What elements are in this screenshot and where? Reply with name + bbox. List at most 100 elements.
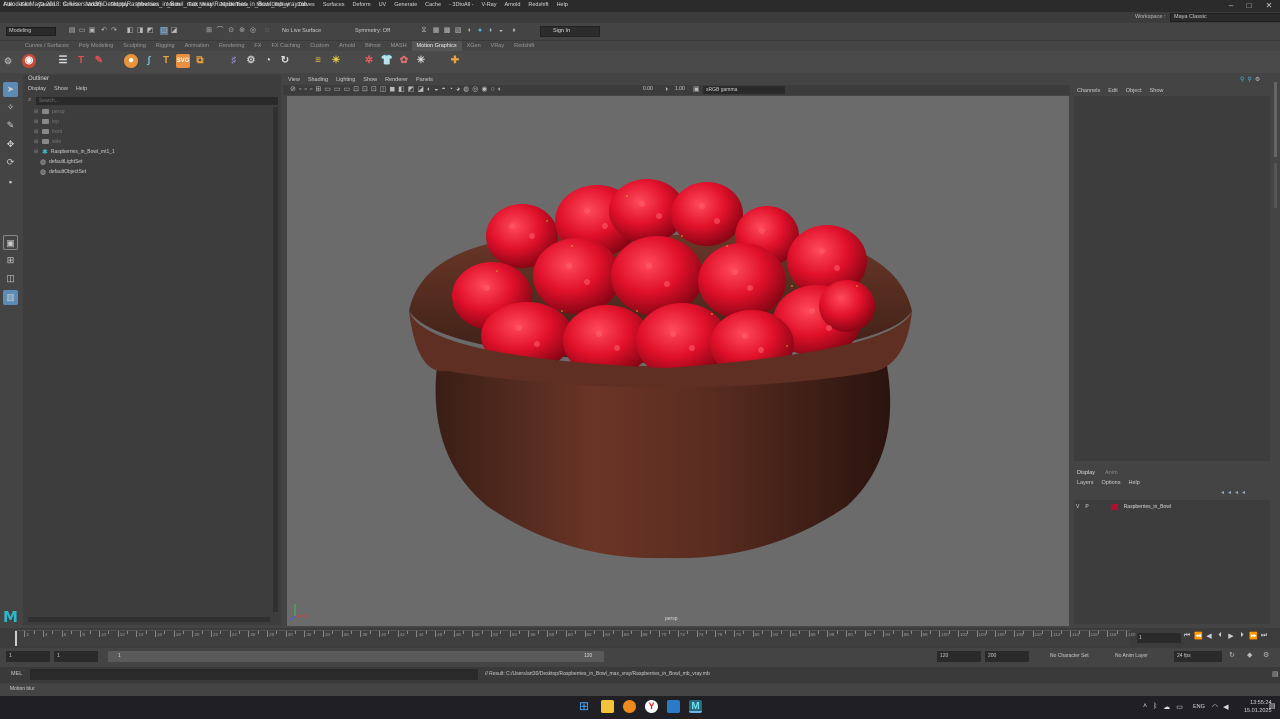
menu-uv[interactable]: UV	[379, 1, 387, 10]
menu-file[interactable]: File	[4, 1, 13, 10]
replicator-icon[interactable]: ⚙	[244, 54, 258, 68]
side-tab-attribute-editor[interactable]	[1274, 163, 1277, 208]
snap-surface-icon[interactable]: ◎	[249, 27, 257, 35]
antialias-icon[interactable]: ◔	[449, 85, 453, 95]
maya-taskbar-icon[interactable]: M	[689, 700, 702, 713]
select-tool-icon[interactable]: ➤	[3, 82, 18, 97]
camera-select-icon[interactable]: ⊘	[290, 85, 296, 95]
history-icon[interactable]: ⧖	[420, 27, 428, 35]
layer-menu-help[interactable]: Help	[1128, 480, 1139, 486]
viewport-menu-lighting[interactable]: Lighting	[336, 77, 355, 83]
shelf-tab-rigging[interactable]: Rigging	[151, 41, 180, 51]
auto-key-icon[interactable]: ◆	[1247, 651, 1252, 659]
safe-title-icon[interactable]: ⊡	[371, 85, 377, 95]
outliner-item-front[interactable]: ⊞ front	[34, 127, 62, 136]
menu-redshift[interactable]: Redshift	[528, 1, 548, 10]
open-scene-icon[interactable]: ▭	[78, 27, 86, 35]
viewport-3d[interactable]	[287, 96, 1069, 626]
bookmark-icon[interactable]: ▫	[304, 85, 306, 95]
shelf-tab-xgen[interactable]: XGen	[462, 41, 486, 51]
scene-start-field[interactable]: 1	[6, 651, 50, 662]
ipr-render-icon[interactable]: ▩	[443, 27, 451, 35]
menu-vray[interactable]: V-Ray	[482, 1, 497, 10]
depth-of-field-icon[interactable]: ◕	[456, 85, 460, 95]
shelf-tab-bifrost[interactable]: Bifrost	[360, 41, 386, 51]
time-ruler[interactable]: 2 4 6 8 10 12 14 16 18 20 22 24 26 28 30 32 34 36 38 40 42 44…	[15, 630, 1136, 646]
four-view-icon[interactable]: ⊞	[3, 253, 18, 268]
shelf-tab-rendering[interactable]: Rendering	[214, 41, 249, 51]
wireframe-icon[interactable]: ◫	[380, 85, 387, 95]
vray-ipr-icon[interactable]: ◑	[486, 27, 494, 35]
render-settings-icon[interactable]: ▧	[454, 27, 462, 35]
file-explorer-icon[interactable]	[601, 700, 614, 713]
spring-icon[interactable]: ◔	[261, 54, 275, 68]
layer-color-swatch[interactable]	[1110, 503, 1118, 510]
outliner-item-side[interactable]: ⊞ side	[34, 137, 61, 146]
outliner-search-input[interactable]	[36, 97, 278, 105]
outliner-menu-show[interactable]: Show	[54, 86, 68, 92]
language-indicator[interactable]: ENG	[1193, 704, 1205, 710]
outliner-item-default-object-set[interactable]: ◍ defaultObjectSet	[40, 167, 86, 176]
svg-tool-icon[interactable]: SVG	[176, 54, 190, 68]
symmetry-field[interactable]: Symmetry: Off	[355, 27, 410, 36]
redo-icon[interactable]: ↷	[110, 27, 118, 35]
menu-mesh-tools[interactable]: Mesh Tools	[221, 1, 249, 10]
mash-dynamics-icon[interactable]: ✿	[397, 54, 411, 68]
xray-icon[interactable]: ◎	[472, 85, 478, 95]
mel-command-input[interactable]	[30, 669, 478, 680]
layer-menu-options[interactable]: Options	[1102, 480, 1121, 486]
channel-box-body[interactable]	[1074, 96, 1270, 461]
exposure-field[interactable]: 0.00	[643, 86, 653, 92]
gamma-icon[interactable]: ◑	[664, 85, 668, 95]
vray-settings-icon[interactable]: ◒	[497, 27, 505, 35]
textured-icon[interactable]: ◩	[408, 85, 415, 95]
hypershade-icon[interactable]: ◐	[466, 27, 474, 35]
loop-icon[interactable]: ↻	[1229, 651, 1235, 659]
layer-visibility-toggle[interactable]: V	[1076, 504, 1079, 510]
range-slider[interactable]: 1 120	[108, 651, 604, 662]
menu-set-select[interactable]: Modeling	[6, 27, 56, 36]
color-management-icon[interactable]: ▣	[693, 85, 700, 95]
save-scene-icon[interactable]: ▣	[88, 27, 96, 35]
color-space-select[interactable]: sRGB gamma	[703, 86, 785, 94]
outliner-item-default-light-set[interactable]: ◍ defaultLightSet	[40, 157, 82, 166]
xray-joints-icon[interactable]: ◉	[481, 85, 487, 95]
sign-in-button[interactable]: Sign In	[540, 26, 600, 37]
shelf-tab-animation[interactable]: Animation	[180, 41, 214, 51]
playback-end-field[interactable]: 120	[937, 651, 981, 662]
new-layer-selected-icon[interactable]: ◂	[1242, 489, 1245, 496]
volume-icon[interactable]: ◀	[1223, 703, 1228, 711]
menu-mesh[interactable]: Mesh	[167, 1, 180, 10]
clock[interactable]: 13:55:24 15.01.2025	[1244, 699, 1272, 715]
shelf-tab-motion-graphics[interactable]: Motion Graphics	[411, 41, 462, 51]
live-surface-field[interactable]: No Live Surface	[282, 27, 337, 36]
xray-components-icon[interactable]: ○	[491, 85, 495, 95]
wifi-icon[interactable]: ◠	[1212, 703, 1218, 711]
outliner-horizontal-scrollbar[interactable]	[28, 617, 270, 622]
menu-create[interactable]: Create	[38, 1, 55, 10]
step-forward-key-button[interactable]: ⏩	[1249, 632, 1258, 640]
shelf-tab-curves-surfaces[interactable]: Curves / Surfaces	[20, 41, 74, 51]
step-forward-frame-button[interactable]: ⏵	[1238, 632, 1246, 640]
light-icon[interactable]: ☀	[329, 54, 343, 68]
render-frame-icon[interactable]: ▦	[432, 27, 440, 35]
menu-mesh-display[interactable]: Mesh Display	[256, 1, 289, 10]
anim-layer-select[interactable]: No Anim Layer	[1112, 651, 1170, 662]
shirt-icon[interactable]: 👕	[380, 54, 394, 68]
rotate-tool-icon[interactable]: ⟳	[3, 155, 18, 170]
snap-view-icon[interactable]: ⊚	[238, 27, 246, 35]
pause-render-icon[interactable]: ⏸	[510, 27, 518, 35]
layer-tab-anim[interactable]: Anim	[1105, 470, 1118, 476]
current-frame-field[interactable]: 1	[1137, 633, 1181, 643]
ornament-icon[interactable]: ✲	[362, 54, 376, 68]
menu-select[interactable]: Select	[63, 1, 78, 10]
scale-tool-icon[interactable]: ▪	[3, 175, 18, 190]
menu-curves[interactable]: Curves	[297, 1, 314, 10]
outliner-menu-display[interactable]: Display	[28, 86, 46, 92]
channel-box-icon[interactable]: ⚲	[1240, 76, 1244, 83]
trail-icon[interactable]: ≡	[311, 54, 325, 68]
menu-help[interactable]: Help	[557, 1, 568, 10]
menu-deform[interactable]: Deform	[353, 1, 371, 10]
move-tool-icon[interactable]: ✥	[3, 137, 18, 152]
ssao-icon[interactable]: ◒	[434, 85, 438, 95]
